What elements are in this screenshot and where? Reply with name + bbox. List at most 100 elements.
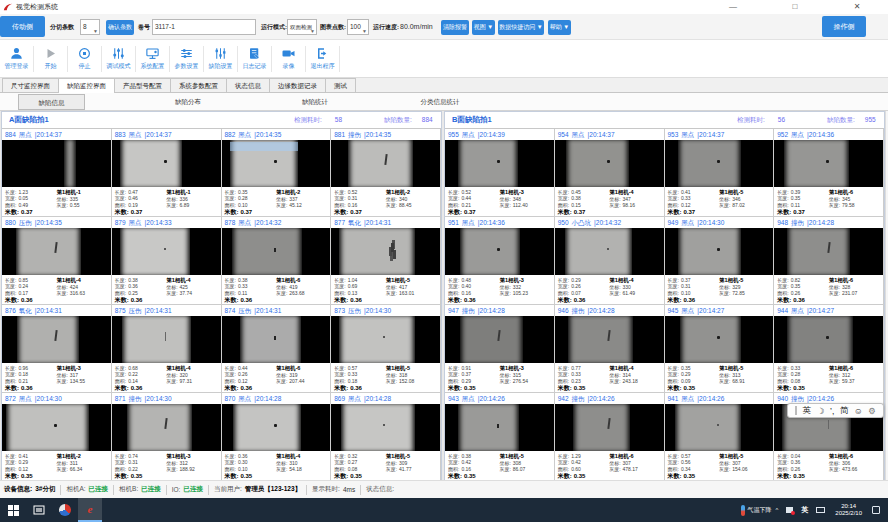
ime-lang[interactable]: 英: [803, 405, 812, 417]
defect-card[interactable]: 953黑点|20:14:37长度:0.41宽度:0.33面积:0.12米数:0.…: [665, 129, 775, 217]
defect-time: |20:14:26: [478, 395, 505, 402]
ime-grip[interactable]: [795, 406, 797, 415]
operator-side-button[interactable]: 操作侧: [822, 16, 866, 37]
meter-value: 0.37: [574, 209, 586, 215]
defect-type: 压伤: [19, 219, 32, 226]
detect-time-label: 检测耗时:: [737, 116, 765, 123]
toolbar-item-exit[interactable]: 退出程序: [306, 46, 339, 71]
defect-card[interactable]: 883黑点|20:14:37长度:0.47宽度:0.46面积:0.19米数:0.…: [112, 129, 222, 217]
data-quick-access-button[interactable]: 数据快捷访问 ▼: [498, 20, 544, 35]
volume-icon[interactable]: [786, 507, 793, 513]
defect-card[interactable]: 877氧化|20:14:31长度:1.04宽度:0.69面积:0.13米数:0.…: [331, 217, 441, 305]
width-value: 0.37: [461, 371, 471, 377]
defect-card[interactable]: 870黑点|20:14:28长度:0.36宽度:0.30面积:0.10米数:0.…: [222, 393, 332, 481]
ime-face-icon[interactable]: ☺: [854, 406, 863, 416]
tab-2[interactable]: 产品型号配置: [114, 78, 171, 92]
ime-settings-icon[interactable]: ⚙: [868, 406, 876, 416]
defect-card[interactable]: 880压伤|20:14:35长度:0.85宽度:0.24面积:0.17米数:0.…: [2, 217, 112, 305]
defect-card[interactable]: 879黑点|20:14:33长度:0.38宽度:0.36面积:0.25米数:0.…: [112, 217, 222, 305]
slit-count-select[interactable]: 8▼: [80, 19, 100, 35]
defect-card[interactable]: 873压伤|20:14:30长度:0.57宽度:0.33面积:0.18米数:0.…: [331, 305, 441, 393]
notification-icon[interactable]: [872, 506, 880, 514]
toolbar-item-defect[interactable]: 缺陷设置: [204, 46, 237, 71]
app-icon-browser[interactable]: [52, 498, 78, 522]
clock[interactable]: 20:142025/2/10: [835, 503, 862, 517]
defect-card[interactable]: 944黑点|20:14:27长度:0.33宽度:0.28面积:0.08米数:0.…: [774, 305, 884, 393]
defect-card[interactable]: 952黑点|20:14:36长度:0.39宽度:0.35面积:0.11米数:0.…: [774, 129, 884, 217]
run-mode-select[interactable]: 双面检测▼: [287, 19, 317, 35]
defect-info: 长度:0.04宽度:0.36面积:0.26米数:0.35第1相机-6坐标:306…: [774, 451, 883, 480]
defect-card[interactable]: 884黑点|20:14:37长度:1.23宽度:0.05面积:0.49米数:0.…: [2, 129, 112, 217]
subtab-1[interactable]: 缺陷分布: [158, 94, 218, 110]
tab-6[interactable]: 测试: [325, 78, 356, 92]
tab-0[interactable]: 尺寸监控界面: [2, 78, 59, 92]
area-value: 0.10: [681, 290, 691, 296]
chart-points-select[interactable]: 100▼: [347, 19, 369, 35]
maximize-button[interactable]: □: [764, 0, 826, 14]
defect-card[interactable]: 954黑点|20:14:37长度:0.45宽度:0.38面积:0.15米数:0.…: [555, 129, 665, 217]
defect-card[interactable]: 876氧化|20:14:31长度:0.96宽度:0.18面积:0.21米数:0.…: [2, 305, 112, 393]
defect-card[interactable]: 948撞伤|20:14:28长度:0.82宽度:0.35面积:0.26米数:0.…: [774, 217, 884, 305]
task-view-icon[interactable]: [26, 498, 52, 522]
defect-card[interactable]: 872黑点|20:14:30长度:0.41宽度:0.29面积:0.12米数:0.…: [2, 393, 112, 481]
tab-4[interactable]: 状态信息: [226, 78, 270, 92]
defect-card[interactable]: 951黑点|20:14:36长度:0.48宽度:0.40面积:0.16米数:0.…: [445, 217, 555, 305]
image-band: [348, 140, 413, 187]
defect-card[interactable]: 874压伤|20:14:31长度:0.44宽度:0.26面积:0.12米数:0.…: [222, 305, 332, 393]
ime-moon-icon[interactable]: ☽: [817, 406, 825, 416]
area-value: 0.26: [791, 466, 801, 472]
width-label: 宽度:: [558, 283, 569, 289]
tab-3[interactable]: 系统参数配置: [170, 78, 227, 92]
defect-card[interactable]: 942撞伤|20:14:26长度:1.29宽度:0.42面积:0.60米数:0.…: [555, 393, 665, 481]
toolbar-item-user[interactable]: 管理登录: [0, 46, 33, 71]
defect-card[interactable]: 950小凸坑|20:14:32长度:0.29宽度:0.26面积:0.07米数:0…: [555, 217, 665, 305]
toolbar-item-debug[interactable]: 调试模式: [102, 46, 135, 71]
clear-alarm-button[interactable]: 清除报警: [441, 20, 469, 35]
defect-card[interactable]: 871撞伤|20:14:30长度:0.74宽度:0.31面积:0.22米数:0.…: [112, 393, 222, 481]
toolbar-item-params[interactable]: 参数设置: [170, 46, 203, 71]
defect-card[interactable]: 869黑点|20:14:28长度:0.32宽度:0.27面积:0.08米数:0.…: [331, 393, 441, 481]
toolbar-item-system[interactable]: 系统配置: [136, 46, 169, 71]
ime-toolbar[interactable]: 英 ☽ ’, 简 ☺ ⚙: [787, 403, 884, 418]
defect-card[interactable]: 955黑点|20:14:39长度:0.52宽度:0.44面积:0.21米数:0.…: [445, 129, 555, 217]
tab-5[interactable]: 边缘数据记录: [269, 78, 326, 92]
defect-card[interactable]: 946撞伤|20:14:28长度:0.77宽度:0.33面积:0.23米数:0.…: [555, 305, 665, 393]
toolbar-item-play[interactable]: 开始: [34, 46, 67, 71]
minimize-button[interactable]: —: [702, 0, 764, 14]
drive-side-button[interactable]: 传动侧: [0, 16, 45, 37]
defect-card[interactable]: 881撞伤|20:14:35长度:0.52宽度:0.31面积:0.16米数:0.…: [331, 129, 441, 217]
active-app-icon[interactable]: e: [78, 498, 102, 522]
defect-card[interactable]: 878黑点|20:14:32长度:0.38宽度:0.33面积:0.11米数:0.…: [222, 217, 332, 305]
width-label: 宽度:: [225, 195, 236, 201]
toolbar-item-log[interactable]: 日志记录: [238, 46, 271, 71]
subtab-0[interactable]: 缺陷信息: [18, 94, 85, 110]
meter-value: 0.36: [793, 297, 805, 303]
defect-card[interactable]: 941黑点|20:14:26长度:0.57宽度:0.56面积:0.34米数:0.…: [665, 393, 775, 481]
toolbar-item-stop[interactable]: 停止: [68, 46, 101, 71]
defect-card[interactable]: 949黑点|20:14:30长度:0.37宽度:0.31面积:0.10米数:0.…: [665, 217, 775, 305]
tray-expand-icon[interactable]: ^: [775, 507, 778, 513]
keyboard-icon[interactable]: [816, 507, 825, 513]
defect-card[interactable]: 943黑点|20:14:26长度:0.38宽度:0.42面积:0.16米数:0.…: [445, 393, 555, 481]
input-language[interactable]: 英: [801, 505, 808, 515]
gray-value: 154.06: [732, 466, 747, 472]
ime-simplified[interactable]: 简: [840, 405, 849, 417]
length-value: 0.57: [681, 453, 691, 459]
subtab-2[interactable]: 缺陷统计: [285, 94, 345, 110]
confirm-count-button[interactable]: 确认条数: [106, 20, 134, 35]
defect-type: 黑点: [462, 219, 475, 226]
close-button[interactable]: ✕: [826, 0, 888, 14]
start-button[interactable]: [0, 498, 26, 522]
roll-input[interactable]: 3117-1: [152, 19, 256, 35]
subtab-3[interactable]: 分类信息统计: [400, 94, 480, 110]
defect-card[interactable]: 945黑点|20:14:27长度:0.35宽度:0.29面积:0.09米数:0.…: [665, 305, 775, 393]
toolbar-item-camera[interactable]: 录像: [272, 46, 305, 71]
tab-1[interactable]: 缺陷监控界面: [58, 78, 115, 93]
help-menu-button[interactable]: 帮助 ▼: [548, 20, 571, 35]
weather-text[interactable]: 气温下降: [747, 506, 771, 515]
defect-card[interactable]: 875压伤|20:14:31长度:0.68宽度:0.22面积:0.14米数:0.…: [112, 305, 222, 393]
view-menu-button[interactable]: 视图 ▼: [472, 20, 495, 35]
defect-card[interactable]: 947撞伤|20:14:28长度:0.91宽度:0.37面积:0.29米数:0.…: [445, 305, 555, 393]
ime-punct[interactable]: ’,: [830, 406, 834, 416]
defect-card[interactable]: 882黑点|20:14:35长度:0.35宽度:0.28面积:0.10米数:0.…: [222, 129, 332, 217]
